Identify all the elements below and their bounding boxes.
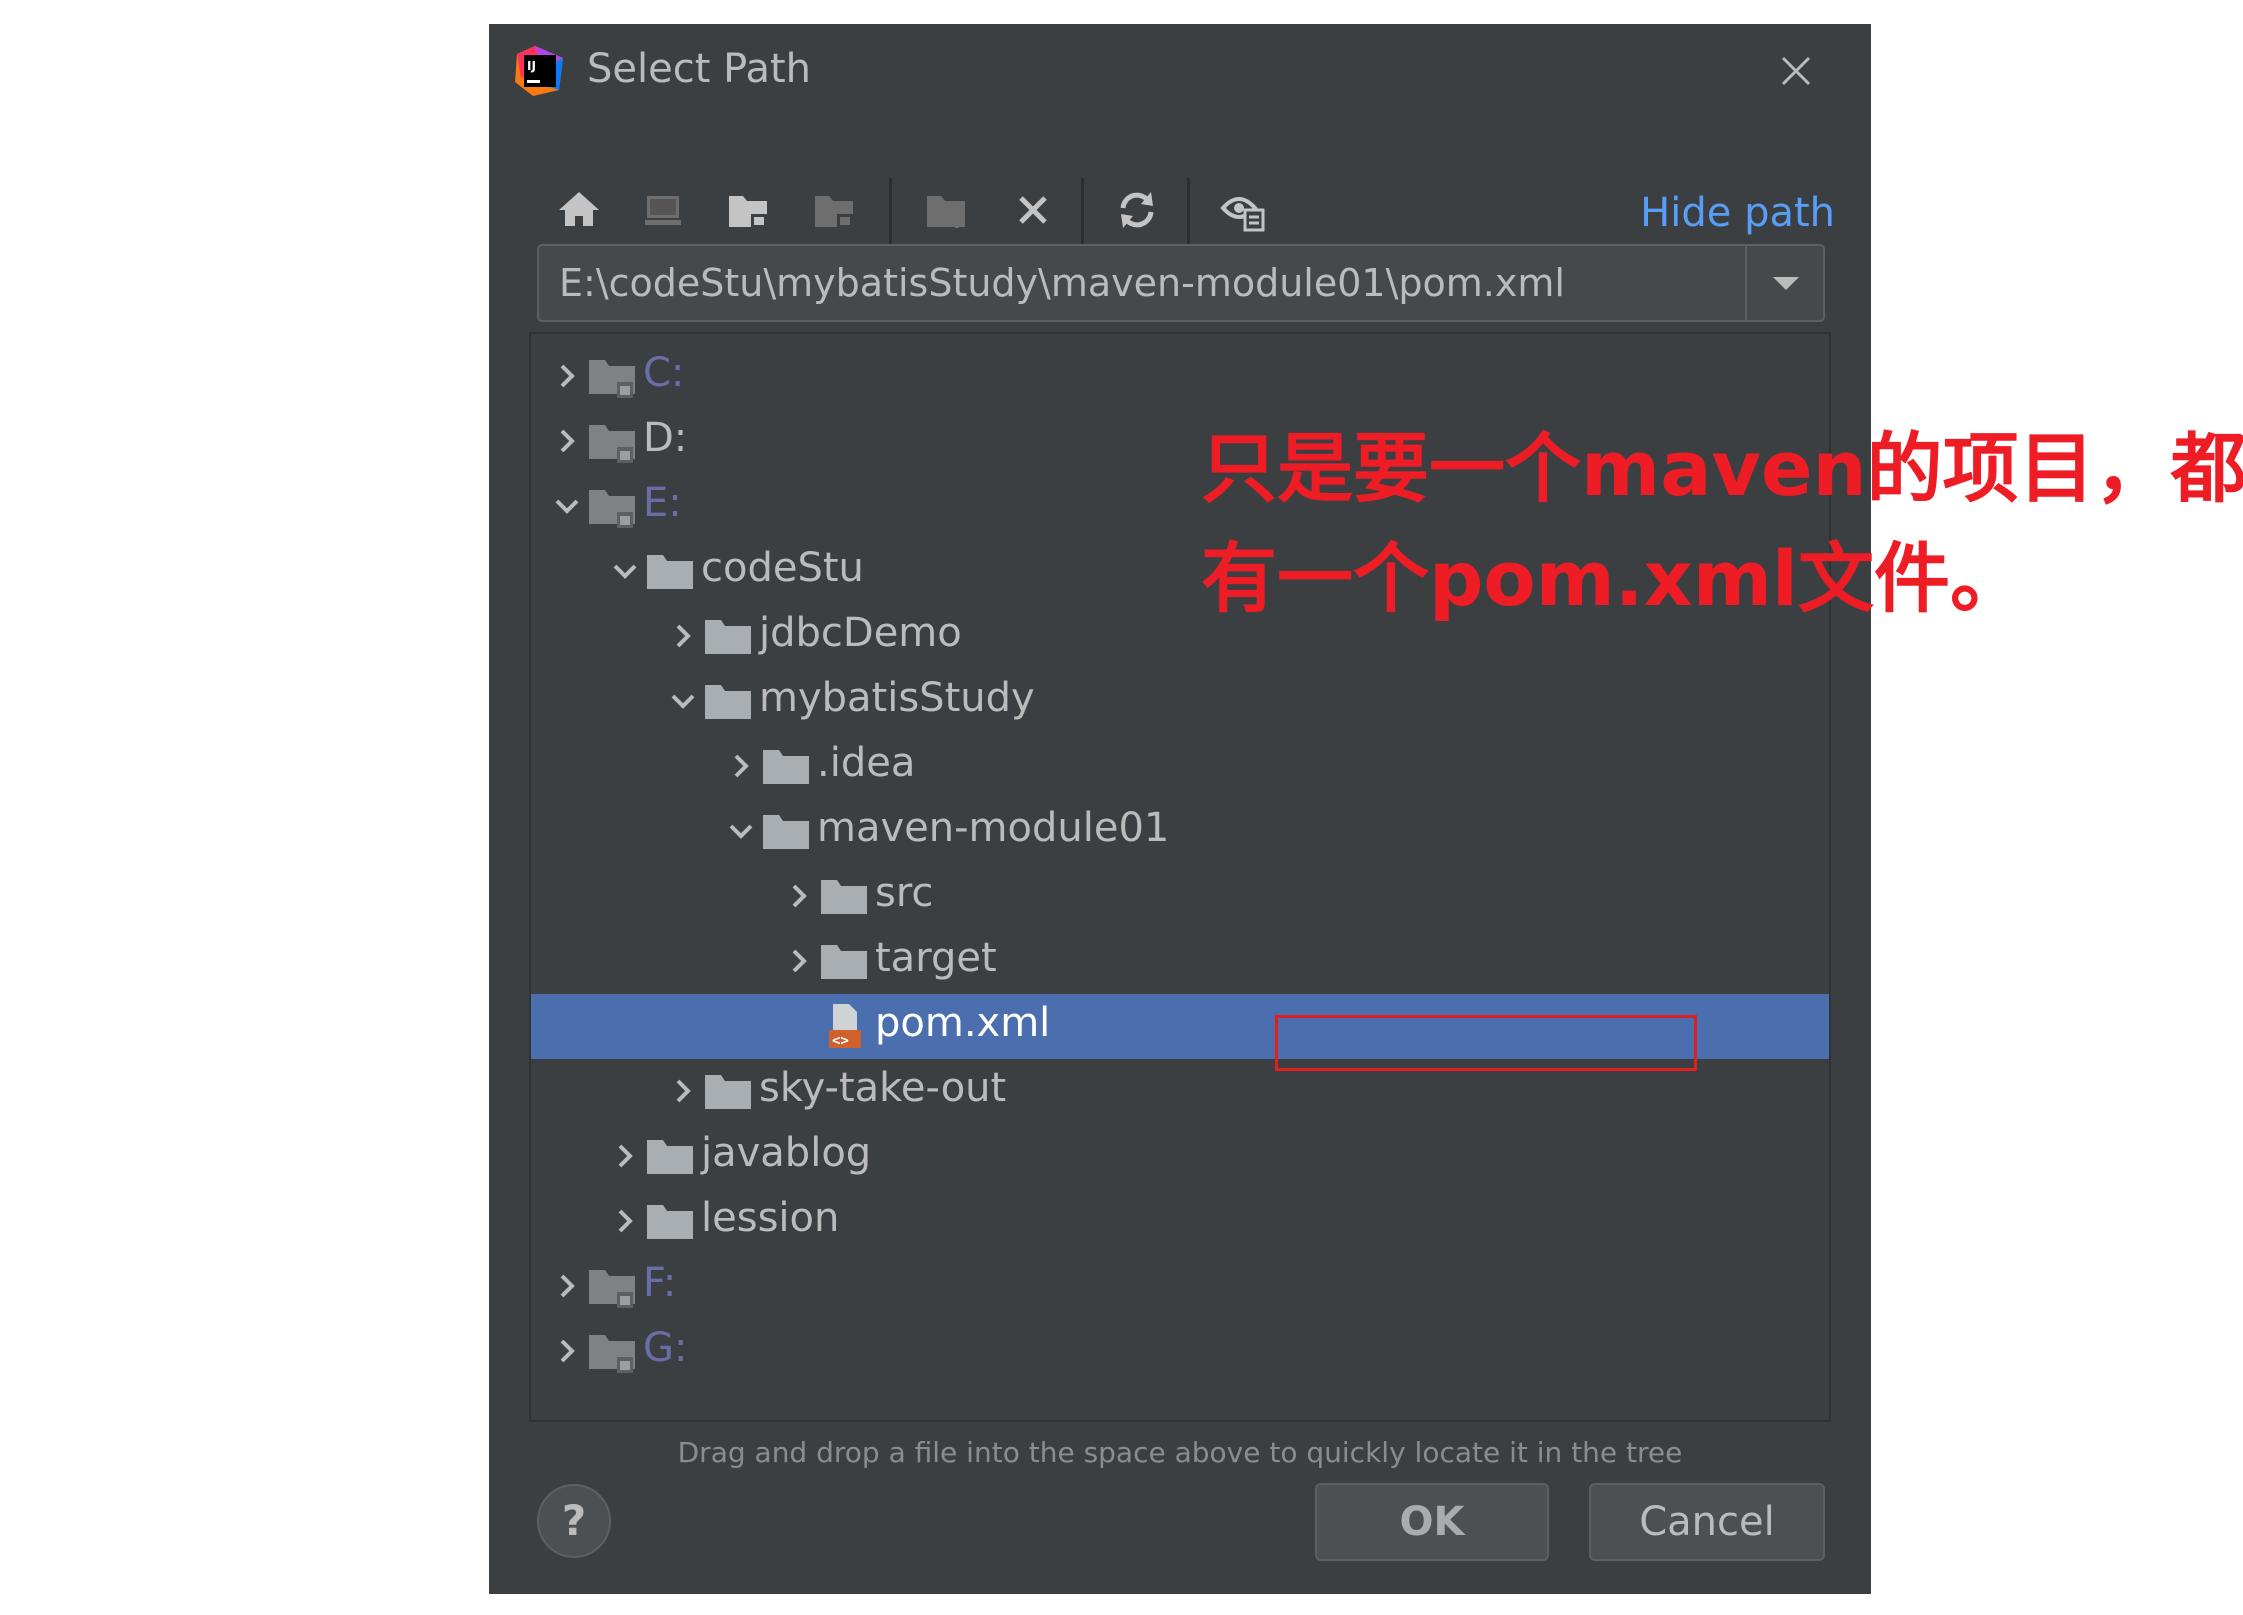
tree-item-label: src [875, 870, 934, 916]
desktop-icon[interactable] [635, 182, 691, 238]
drive-icon [589, 425, 635, 463]
path-combo [537, 244, 1825, 322]
file-tree[interactable]: C: D: E: codeStu jdbcDemo mybatisStudy .idea ma… [529, 332, 1831, 1422]
tree-item-label: javablog [701, 1130, 872, 1176]
chevron-right-icon[interactable] [779, 876, 819, 916]
module-folder-icon[interactable] [807, 182, 863, 238]
new-folder-icon[interactable] [919, 182, 975, 238]
tree-row[interactable]: lession [531, 1189, 1829, 1254]
chevron-down-icon[interactable] [1749, 246, 1823, 320]
help-button[interactable]: ? [537, 1484, 611, 1558]
path-input[interactable] [539, 246, 1739, 320]
show-hidden-files-icon[interactable] [1217, 182, 1273, 238]
project-folder-icon[interactable] [721, 182, 777, 238]
drive-icon [589, 360, 635, 398]
tree-row[interactable]: D: [531, 409, 1829, 474]
tree-row[interactable]: target [531, 929, 1829, 994]
hide-path-link[interactable]: Hide path [1640, 190, 1835, 236]
svg-text:IJ: IJ [527, 59, 536, 73]
cancel-button[interactable]: Cancel [1589, 1483, 1825, 1561]
dialog-title: Select Path [587, 46, 811, 92]
tree-item-label: C: [643, 350, 685, 396]
xml-file-icon: <> [829, 1004, 861, 1049]
tree-row[interactable]: src [531, 864, 1829, 929]
svg-text:<>: <> [832, 1033, 849, 1049]
delete-icon[interactable] [1005, 182, 1061, 238]
chevron-right-icon[interactable] [547, 1331, 587, 1371]
drive-icon [589, 1335, 635, 1373]
tree-row[interactable]: E: [531, 474, 1829, 539]
tree-item-label: .idea [817, 740, 916, 786]
folder-icon [763, 750, 809, 784]
drag-drop-hint: Drag and drop a file into the space abov… [677, 1436, 1683, 1469]
chevron-right-icon[interactable] [605, 1136, 645, 1176]
tree-row[interactable]: C: [531, 344, 1829, 409]
toolbar-separator [889, 178, 892, 244]
tree-row[interactable]: codeStu [531, 539, 1829, 604]
intellij-idea-icon: IJ [515, 46, 563, 96]
drive-icon [589, 1270, 635, 1308]
chevron-right-icon[interactable] [663, 616, 703, 656]
folder-icon [763, 815, 809, 849]
tree-item-label: lession [701, 1195, 840, 1241]
refresh-icon[interactable] [1109, 182, 1165, 238]
tree-row[interactable]: .idea [531, 734, 1829, 799]
close-icon[interactable] [1771, 46, 1821, 96]
folder-icon [705, 685, 751, 719]
chevron-down-icon[interactable] [721, 811, 761, 851]
folder-icon [647, 1140, 693, 1174]
tree-row[interactable]: javablog [531, 1124, 1829, 1189]
chevron-down-icon[interactable] [605, 551, 645, 591]
tree-row[interactable]: mybatisStudy [531, 669, 1829, 734]
tree-row[interactable]: sky-take-out [531, 1059, 1829, 1124]
tree-item-label: D: [643, 415, 688, 461]
tree-item-label: target [875, 935, 997, 981]
tree-row[interactable]: G: [531, 1319, 1829, 1384]
chevron-right-icon[interactable] [721, 746, 761, 786]
folder-icon [705, 620, 751, 654]
folder-icon [647, 1205, 693, 1239]
drive-icon [589, 490, 635, 528]
folder-icon [647, 555, 693, 589]
tree-item-label: G: [643, 1325, 688, 1371]
chevron-right-icon[interactable] [605, 1201, 645, 1241]
ok-button[interactable]: OK [1315, 1483, 1549, 1561]
combo-divider [1745, 246, 1747, 320]
toolbar: Hide path [489, 174, 1871, 254]
tree-item-label: E: [643, 480, 682, 526]
chevron-right-icon[interactable] [663, 1071, 703, 1111]
home-icon[interactable] [551, 182, 607, 238]
chevron-down-icon[interactable] [663, 681, 703, 721]
tree-row[interactable]: <> pom.xml [531, 994, 1829, 1059]
tree-row[interactable]: maven-module01 [531, 799, 1829, 864]
folder-icon [821, 880, 867, 914]
chevron-right-icon[interactable] [547, 356, 587, 396]
folder-icon [821, 945, 867, 979]
tree-item-label: maven-module01 [817, 805, 1170, 851]
tree-item-label: F: [643, 1260, 677, 1306]
tree-item-label: mybatisStudy [759, 675, 1035, 721]
chevron-right-icon[interactable] [547, 1266, 587, 1306]
tree-item-label: jdbcDemo [759, 610, 962, 656]
select-path-dialog: IJ Select Path Hide path E:\codeStu\myba… [489, 24, 2243, 1594]
toolbar-separator [1081, 178, 1084, 244]
title-bar: IJ Select Path [489, 24, 1871, 124]
chevron-right-icon[interactable] [547, 421, 587, 461]
chevron-right-icon[interactable] [779, 941, 819, 981]
tree-item-label: pom.xml [875, 1000, 1051, 1046]
tree-item-label: sky-take-out [759, 1065, 1007, 1111]
tree-row[interactable]: F: [531, 1254, 1829, 1319]
tree-row[interactable]: jdbcDemo [531, 604, 1829, 669]
toolbar-separator [1187, 178, 1190, 244]
folder-icon [705, 1075, 751, 1109]
chevron-down-icon[interactable] [547, 486, 587, 526]
tree-item-label: codeStu [701, 545, 864, 591]
